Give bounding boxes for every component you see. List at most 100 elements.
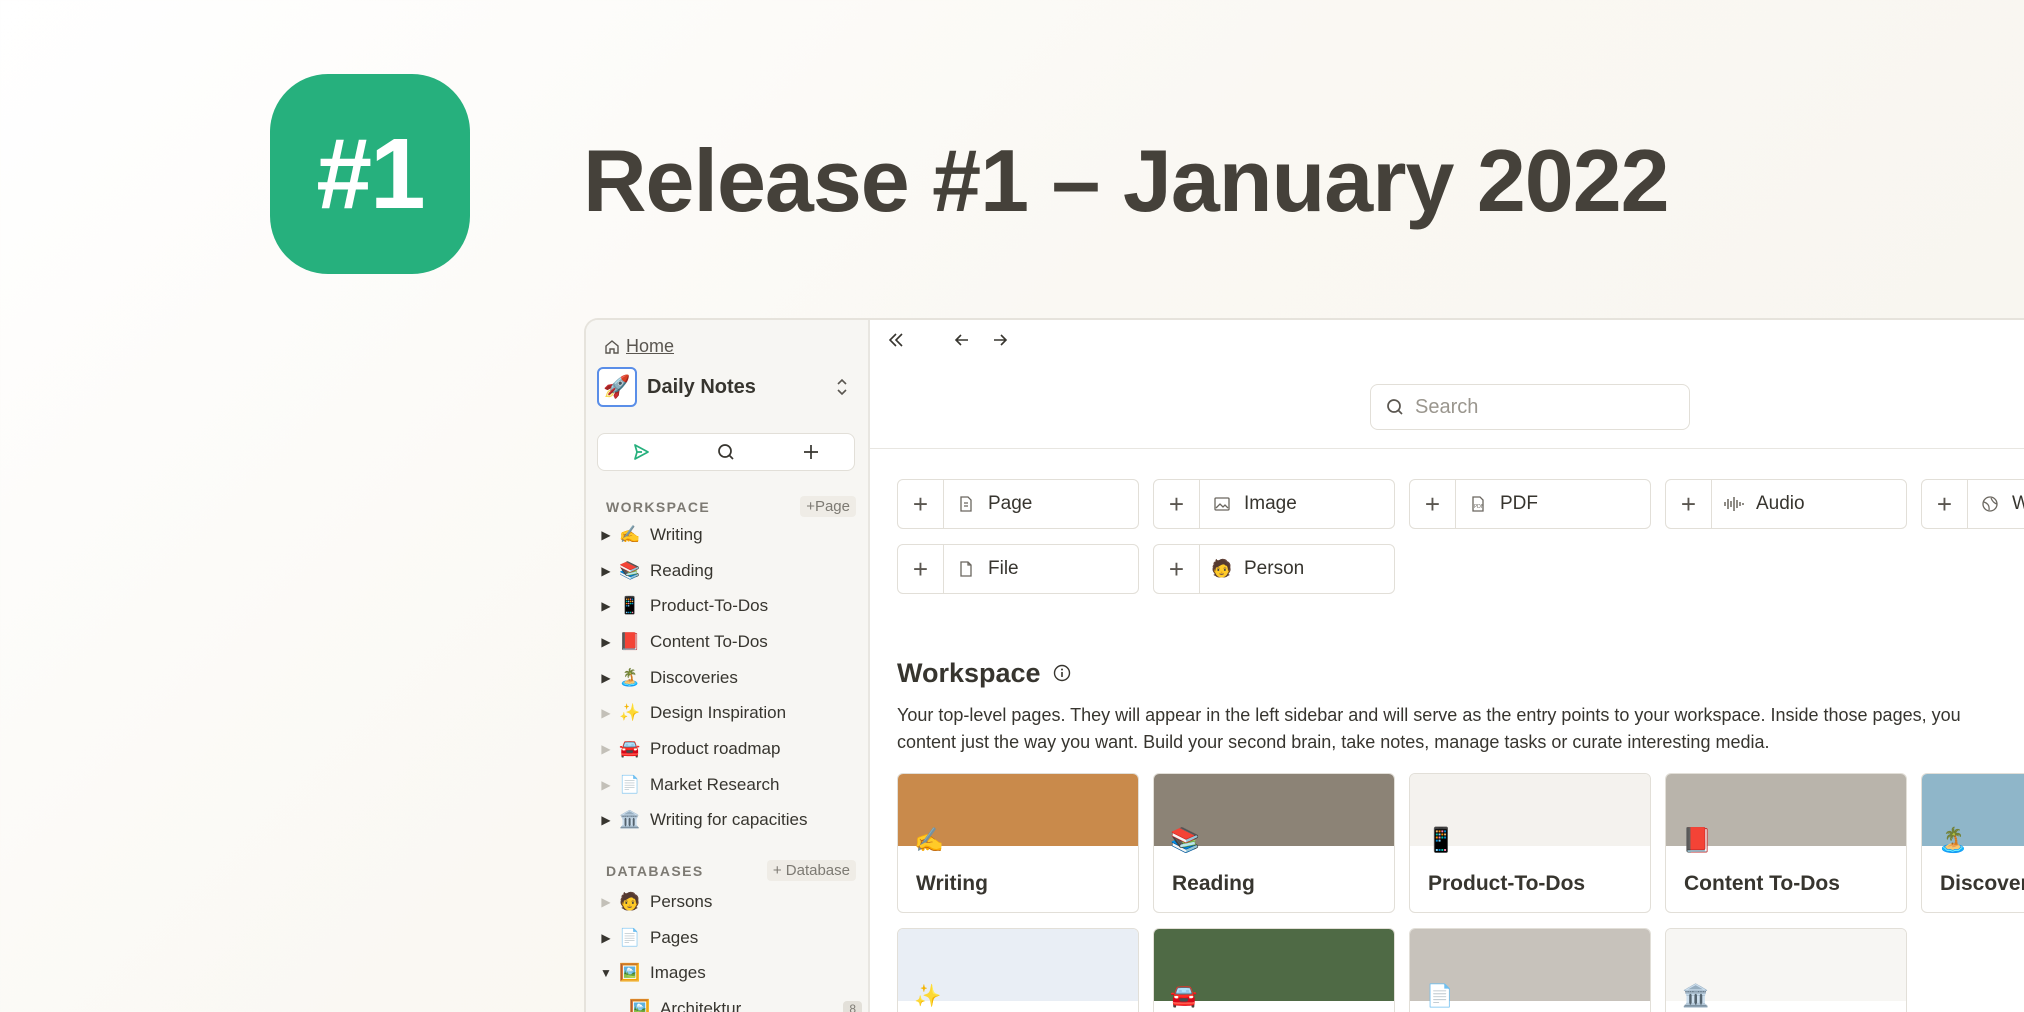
search-input[interactable]: Search <box>1370 384 1690 430</box>
caret-right-icon[interactable]: ▶ <box>596 895 616 909</box>
sidebar-item-reading[interactable]: ▶ 📚 Reading <box>586 553 870 589</box>
workspace-card-writing[interactable]: ✍️ Writing <box>897 773 1139 913</box>
workspace-card-product-to-dos[interactable]: 📱 Product-To-Dos <box>1409 773 1651 913</box>
sidebar-item-label: Product roadmap <box>650 738 781 758</box>
count-badge: 8 <box>843 1000 862 1012</box>
card-title: Content To-Dos <box>1684 872 1840 895</box>
caret-right-icon[interactable]: ▶ <box>596 564 616 578</box>
sidebar-item-label: Persons <box>650 891 713 911</box>
plus-icon[interactable]: + <box>898 545 944 593</box>
page-icon <box>950 495 982 513</box>
caret-down-icon[interactable]: ▼ <box>596 966 616 980</box>
release-title: Release #1 – January 2022 <box>583 131 1670 230</box>
create-person-button[interactable]: + 🧑 Person <box>1153 544 1395 594</box>
sidebar-item-label: Discoveries <box>650 667 738 687</box>
workspace-card-content-to-dos[interactable]: 📕 Content To-Dos <box>1665 773 1907 913</box>
page-emoji-icon: 📱 <box>619 596 641 616</box>
page-emoji-icon: 🏝️ <box>619 667 641 687</box>
forward-arrow-icon[interactable] <box>990 330 1010 350</box>
sidebar-item-design-inspiration[interactable]: ▶ ✨ Design Inspiration <box>586 695 870 731</box>
type-label: PDF <box>1500 493 1538 514</box>
home-icon <box>605 339 619 354</box>
create-w-button[interactable]: +W <box>1921 479 2024 529</box>
type-label: Image <box>1244 493 1297 514</box>
workspace-card-reading[interactable]: 📚 Reading <box>1153 773 1395 913</box>
plus-icon[interactable]: + <box>1154 545 1200 593</box>
workspace-card[interactable]: 🚘 <box>1153 928 1395 1012</box>
plus-icon[interactable]: + <box>1922 480 1968 528</box>
sidebar-item-persons[interactable]: ▶ 🧑 Persons <box>586 884 870 920</box>
caret-right-icon[interactable]: ▶ <box>596 528 616 542</box>
page-emoji-icon: ✨ <box>914 983 942 1008</box>
space-switcher[interactable]: 🚀 Daily Notes <box>597 366 857 408</box>
divider <box>870 448 2024 449</box>
caret-right-icon[interactable]: ▶ <box>596 931 616 945</box>
space-name: Daily Notes <box>647 375 756 398</box>
info-icon[interactable] <box>1053 658 1071 689</box>
workspace-card[interactable]: 📄 <box>1409 928 1651 1012</box>
add-database-button[interactable]: + Database <box>766 860 856 881</box>
plus-icon[interactable]: + <box>1410 480 1456 528</box>
image-icon: 🖼️ <box>629 998 651 1012</box>
sidebar-item-writing[interactable]: ▶ ✍️ Writing <box>586 517 870 553</box>
sidebar-item-content-to-dos[interactable]: ▶ 📕 Content To-Dos <box>586 624 870 660</box>
caret-right-icon[interactable]: ▶ <box>596 742 616 756</box>
workspace-card[interactable]: 🏛️ <box>1665 928 1907 1012</box>
caret-right-icon[interactable]: ▶ <box>596 706 616 720</box>
create-file-button[interactable]: + File <box>897 544 1139 594</box>
page-emoji-icon: 🏝️ <box>1938 827 1968 854</box>
caret-right-icon[interactable]: ▶ <box>596 778 616 792</box>
chevron-updown-icon <box>835 376 849 399</box>
sidebar-item-market-research[interactable]: ▶ 📄 Market Research <box>586 767 870 803</box>
sidebar-item-images[interactable]: ▼ 🖼️ Images <box>586 955 870 991</box>
sidebar-item-label: Pages <box>650 927 699 947</box>
plus-icon[interactable]: + <box>898 480 944 528</box>
create-audio-button[interactable]: + Audio <box>1665 479 1907 529</box>
collapse-sidebar-icon[interactable] <box>886 330 906 350</box>
sidebar-item-discoveries[interactable]: ▶ 🏝️ Discoveries <box>586 660 870 696</box>
workspace-card[interactable]: ✨ <box>897 928 1139 1012</box>
home-label: Home <box>626 336 675 356</box>
page-emoji-icon: 📚 <box>619 560 641 580</box>
databases-label: DATABASES <box>606 862 704 879</box>
send-icon[interactable] <box>621 437 661 467</box>
page-emoji-icon: 🏛️ <box>619 810 641 830</box>
page-emoji-icon: ✨ <box>619 703 641 723</box>
sidebar-item-product-to-dos[interactable]: ▶ 📱 Product-To-Dos <box>586 588 870 624</box>
plus-icon[interactable] <box>791 437 831 467</box>
workspace-title: Workspace <box>897 658 1041 688</box>
add-page-button[interactable]: +Page <box>800 496 856 517</box>
search-icon[interactable] <box>706 437 746 467</box>
create-page-button[interactable]: + Page <box>897 479 1139 529</box>
plus-icon[interactable]: + <box>1666 480 1712 528</box>
create-image-button[interactable]: + Image <box>1153 479 1395 529</box>
home-link[interactable]: Home <box>604 336 674 357</box>
audio-icon <box>1718 495 1750 513</box>
databases-section-header: DATABASES + Database <box>606 860 856 881</box>
sidebar-item-pages[interactable]: ▶ 📄 Pages <box>586 920 870 956</box>
plus-icon[interactable]: + <box>1154 480 1200 528</box>
sidebar-item-label: Writing <box>650 524 703 544</box>
workspace-card-discover[interactable]: 🏝️ Discover <box>1921 773 2024 913</box>
caret-right-icon[interactable]: ▶ <box>596 813 616 827</box>
workspace-tree: ▶ ✍️ Writing ▶ 📚 Reading ▶ 📱 Product-To-Dos ▶ 📕 Con… <box>586 517 870 838</box>
caret-right-icon[interactable]: ▶ <box>596 599 616 613</box>
search-icon <box>1387 399 1403 415</box>
web-icon <box>1974 495 2006 513</box>
back-arrow-icon[interactable] <box>952 330 972 350</box>
page-emoji-icon: 🚘 <box>1170 983 1198 1008</box>
svg-text:PDF: PDF <box>1474 504 1484 510</box>
page-emoji-icon: 🏛️ <box>1682 983 1710 1008</box>
create-pdf-button[interactable]: + PDF PDF <box>1409 479 1651 529</box>
sidebar-item-writing-for-capacities[interactable]: ▶ 🏛️ Writing for capacities <box>586 803 870 839</box>
sidebar-item-label: Market Research <box>650 774 780 794</box>
sidebar-item-label: Reading <box>650 560 714 580</box>
caret-right-icon[interactable]: ▶ <box>596 671 616 685</box>
page-emoji-icon: 🧑 <box>619 891 641 911</box>
sidebar-item-product-roadmap[interactable]: ▶ 🚘 Product roadmap <box>586 731 870 767</box>
caret-right-icon[interactable]: ▶ <box>596 635 616 649</box>
card-title: Discover <box>1940 872 2024 895</box>
page-emoji-icon: 📄 <box>619 774 641 794</box>
sidebar-subitem-architektur[interactable]: 🖼️ Architektur 8 <box>586 991 870 1012</box>
sidebar-item-label: Design Inspiration <box>650 703 787 723</box>
